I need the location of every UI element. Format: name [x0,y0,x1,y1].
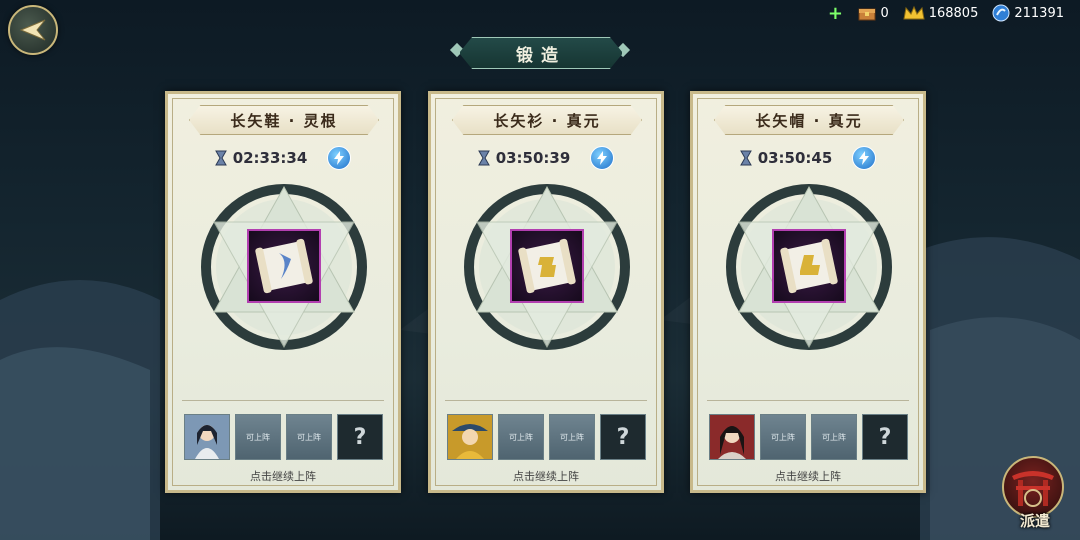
arrow-left-icon [19,19,46,41]
lightning-icon [859,151,870,165]
hero-slot-empty[interactable]: 可上阵 [549,414,595,460]
divider [445,400,647,401]
hero-slot-locked[interactable]: ? [600,414,646,460]
page-title: 锻造 [459,37,623,69]
hero-avatar-icon [185,415,229,459]
hero-slot-empty[interactable]: 可上阵 [286,414,332,460]
card-title: 长矢衫 · 真元 [452,105,642,135]
hero-portrait[interactable] [447,414,493,460]
gem-icon [992,4,1010,22]
hero-slot-row: 可上阵 可上阵 ? [447,414,646,460]
hero-slot-empty[interactable]: 可上阵 [811,414,857,460]
gold-scroll-icon [780,238,838,294]
hint-text: 点击继续上阵 [775,470,841,483]
timer-row: 03:50:39 [431,146,661,170]
hero-slot-locked[interactable]: ? [337,414,383,460]
hint-text: 点击继续上阵 [250,470,316,483]
resource-bar: + 0 168805 211391 [826,2,1064,24]
blue-scroll-icon [255,238,313,294]
add-resource-button[interactable]: + [826,3,844,24]
hero-slot-empty[interactable]: 可上阵 [235,414,281,460]
gem-count: 211391 [1014,5,1064,21]
back-button[interactable] [8,5,58,55]
forge-item-slot[interactable] [510,229,584,303]
divider [707,400,909,401]
speedup-button[interactable] [590,146,615,170]
chest-count: 0 [880,5,889,21]
forge-card-1[interactable]: 长矢鞋 · 灵根 02:33:34 可上阵 可上阵 ? 点击继续上阵 [165,91,401,493]
card-title: 长矢帽 · 真元 [714,105,904,135]
gate-icon [1012,471,1054,507]
divider [182,400,384,401]
hint-text: 点击继续上阵 [513,470,579,483]
resource-chest: 0 [858,5,889,21]
hero-slot-row: 可上阵 可上阵 ? [184,414,383,460]
lightning-icon [597,151,608,165]
forge-item-slot[interactable] [772,229,846,303]
gold-scroll-icon [518,238,576,294]
dispatch-label: 派遣 [1019,512,1050,530]
forge-card-3[interactable]: 长矢帽 · 真元 03:50:45 可上阵 可上阵 ? 点击继续上阵 [690,91,926,493]
hero-avatar-icon [710,415,754,459]
forge-item-slot[interactable] [247,229,321,303]
hero-slot-locked[interactable]: ? [862,414,908,460]
hourglass-icon [739,150,752,166]
timer-text: 03:50:39 [495,149,571,167]
timer-text: 03:50:45 [757,149,833,167]
crown-icon [903,5,925,20]
timer-row: 02:33:34 [168,146,398,170]
resource-gem: 211391 [992,4,1064,22]
hero-slot-empty[interactable]: 可上阵 [760,414,806,460]
chest-icon [858,8,876,21]
hourglass-icon [214,150,227,166]
timer-row: 03:50:45 [693,146,923,170]
hero-avatar-icon [448,415,492,459]
speedup-button[interactable] [852,146,877,170]
forge-card-2[interactable]: 长矢衫 · 真元 03:50:39 可上阵 可上阵 ? 点击继续上阵 [428,91,664,493]
lightning-icon [334,151,345,165]
dispatch-circle [1002,456,1064,518]
crown-count: 168805 [928,5,979,21]
resource-crown: 168805 [903,5,979,21]
card-title: 长矢鞋 · 灵根 [189,105,379,135]
hourglass-icon [477,150,490,166]
hero-slot-row: 可上阵 可上阵 ? [709,414,908,460]
hero-portrait[interactable] [709,414,755,460]
timer-text: 02:33:34 [232,149,308,167]
hero-portrait[interactable] [184,414,230,460]
speedup-button[interactable] [327,146,352,170]
hero-slot-empty[interactable]: 可上阵 [498,414,544,460]
dispatch-button[interactable]: 派遣 [1002,456,1068,536]
